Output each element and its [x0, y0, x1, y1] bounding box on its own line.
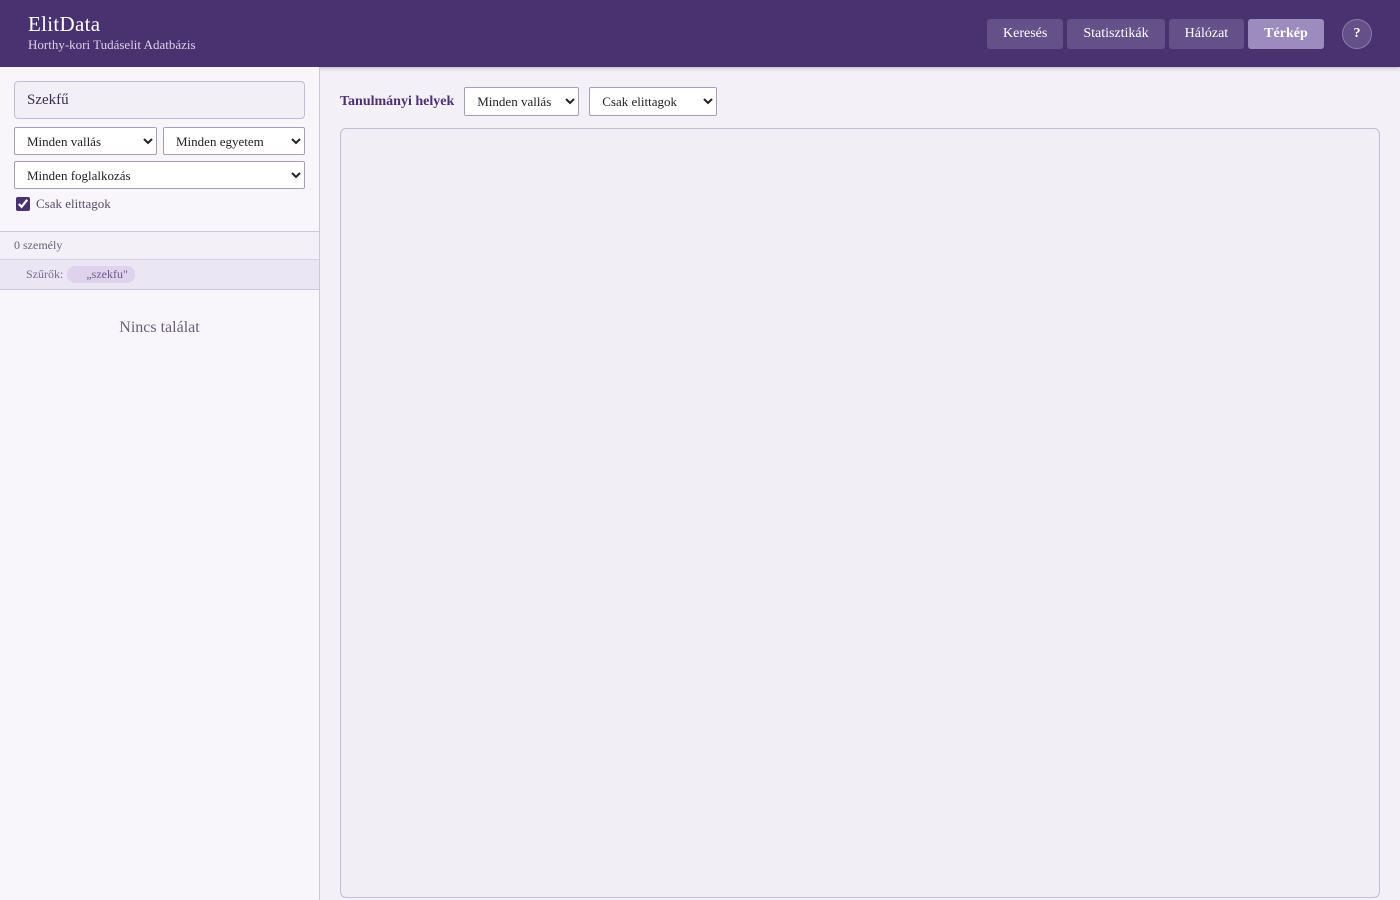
app-header: ElitData Horthy-kori Tudáselit Adatbázis… — [0, 0, 1400, 67]
elite-only-checkbox[interactable] — [16, 197, 30, 211]
elite-only-toggle[interactable]: Csak elittagok — [16, 196, 111, 212]
nav-statistics-button[interactable]: Statisztikák — [1067, 19, 1165, 49]
map-religion-select[interactable]: Minden vallás — [464, 87, 580, 116]
help-button[interactable]: ? — [1342, 19, 1372, 49]
nav-network-button[interactable]: Hálózat — [1168, 19, 1245, 49]
active-filters-bar: Szűrők: „szekfu" — [0, 260, 319, 290]
map-toolbar: Tanulmányi helyek Minden vallás Csak eli… — [340, 87, 718, 116]
occupation-filter-select[interactable]: Minden foglalkozás — [14, 161, 305, 189]
no-result-message: Nincs találat — [119, 319, 200, 336]
app-title: ElitData — [28, 12, 101, 36]
search-sidebar: Minden vallás Minden egyetem Minden fogl… — [0, 67, 320, 900]
map-toolbar-label: Tanulmányi helyek — [340, 93, 455, 109]
map-elite-select[interactable]: Csak elittagok — [589, 87, 718, 116]
filters-label: Szűrők: — [26, 267, 64, 281]
elite-only-label: Csak elittagok — [36, 196, 111, 211]
religion-filter-select[interactable]: Minden vallás — [14, 127, 157, 155]
map-canvas[interactable] — [340, 128, 1380, 898]
nav-search-button[interactable]: Keresés — [987, 19, 1064, 49]
main-nav: Keresés Statisztikák Hálózat Térkép — [987, 19, 1324, 49]
app-subtitle: Horthy-kori Tudáselit Adatbázis — [28, 37, 196, 52]
university-filter-select[interactable]: Minden egyetem — [163, 127, 305, 155]
search-input[interactable] — [14, 81, 305, 119]
filter-chip[interactable]: „szekfu" — [67, 266, 135, 283]
result-count: 0 személy — [0, 231, 319, 260]
nav-map-button[interactable]: Térkép — [1248, 19, 1324, 49]
